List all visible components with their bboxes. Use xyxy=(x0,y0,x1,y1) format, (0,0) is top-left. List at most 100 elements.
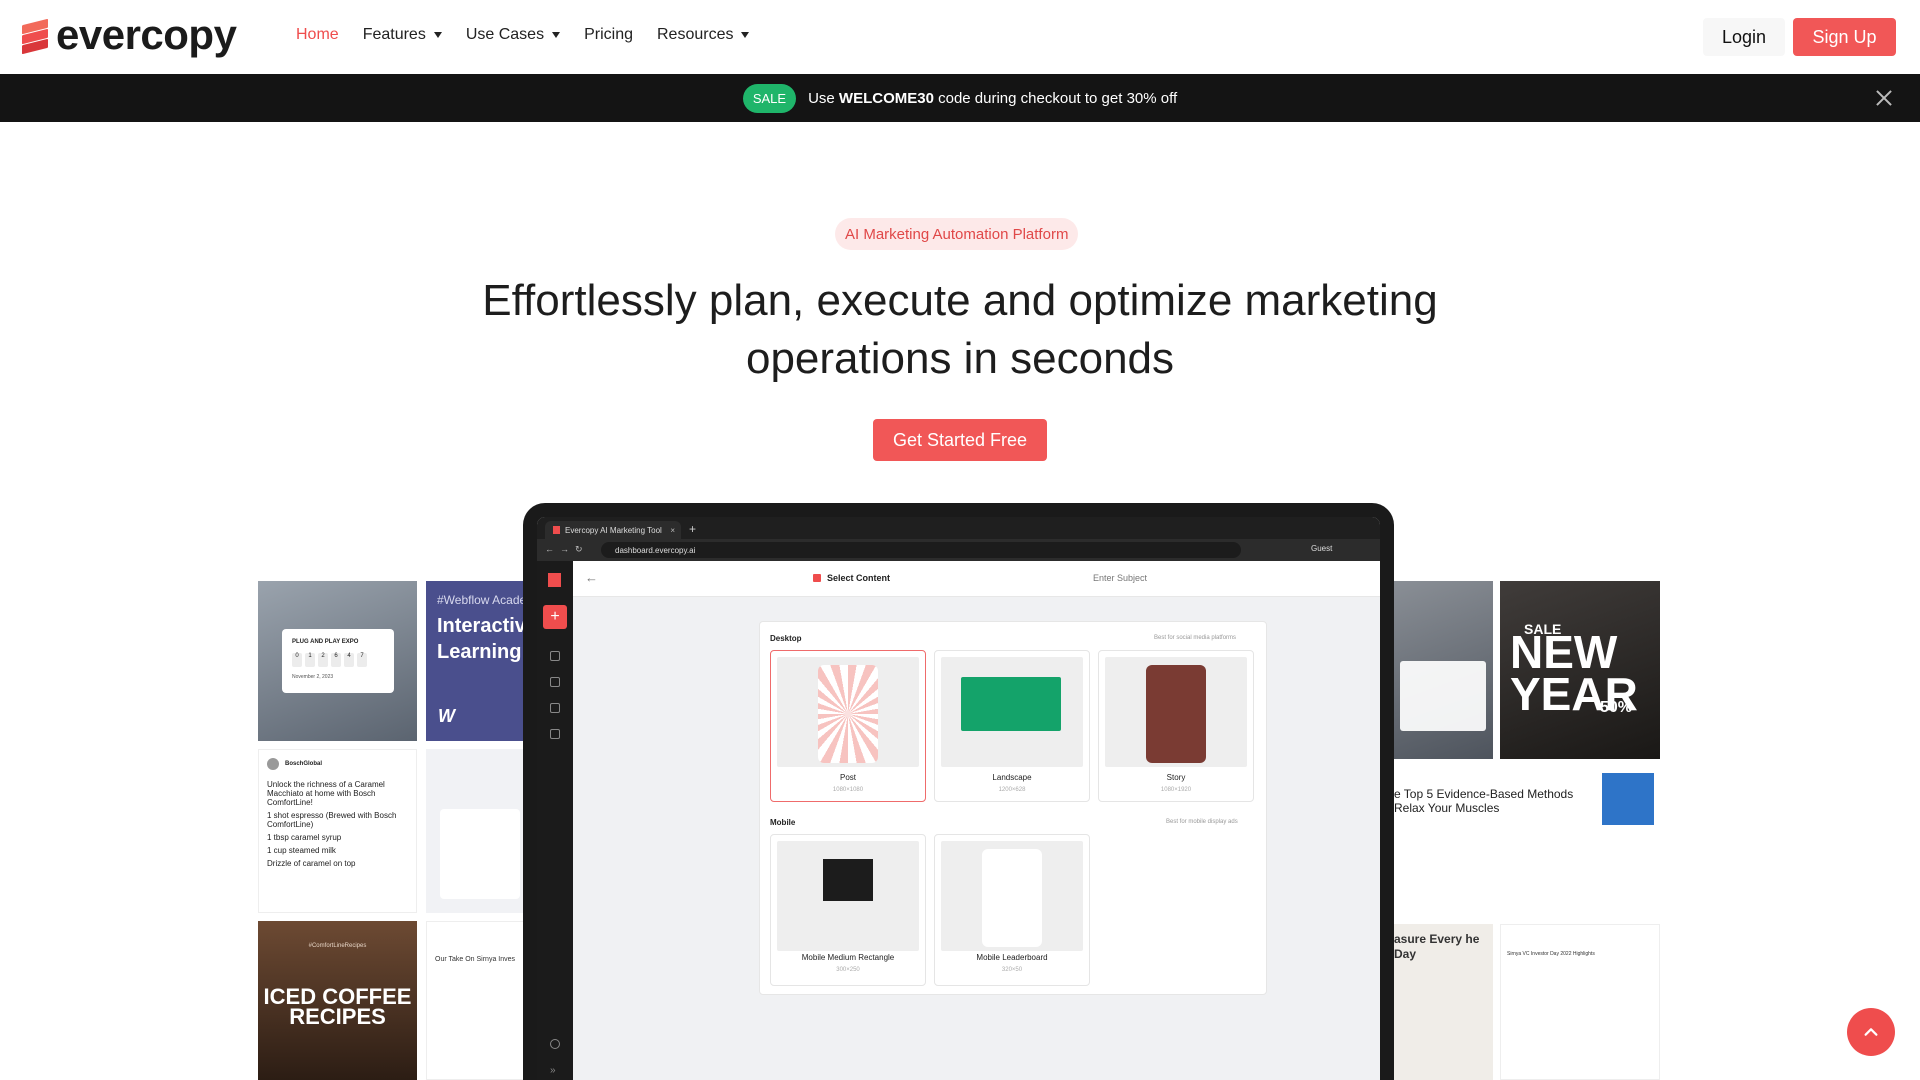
promo-content: SALE Use WELCOME30 code during checkout … xyxy=(742,83,1177,113)
tweet-account-name: BoschGlobal xyxy=(285,761,323,767)
tweet-line: Drizzle of caramel on top xyxy=(267,859,356,868)
get-started-button[interactable]: Get Started Free xyxy=(873,419,1047,461)
iced-tag: #ComfortLineRecipes xyxy=(308,943,367,949)
close-icon[interactable] xyxy=(1874,88,1894,108)
browser-tab-bar: Evercopy AI Marketing Tool × + xyxy=(537,517,1380,539)
expo-countdown-tile: PLUG AND PLAY EXPO 0 1 2 6 4 7 November … xyxy=(258,581,417,741)
tab-close-icon[interactable]: × xyxy=(670,526,675,535)
format-size: 1200×628 xyxy=(998,787,1026,793)
browser-tab[interactable]: Evercopy AI Marketing Tool × xyxy=(545,521,681,539)
landscape-preview xyxy=(961,677,1061,731)
format-preview xyxy=(777,657,919,767)
back-arrow-icon[interactable]: ← xyxy=(585,570,598,585)
tweet-line: 1 cup steamed milk xyxy=(267,846,336,855)
rectangle-preview xyxy=(823,859,873,901)
article-thumbnail xyxy=(1602,773,1654,825)
nav-label: Home xyxy=(296,26,339,43)
format-card-medium-rectangle[interactable]: Mobile Medium Rectangle 300×250 xyxy=(770,834,926,986)
caret-down-icon xyxy=(741,32,750,38)
webflow-tile: #Webflow Acade Interactiv Learning W xyxy=(426,581,534,741)
new-year-sale-tile: SALE NEW YEAR 50% xyxy=(1500,581,1660,759)
new-tab-icon[interactable]: + xyxy=(689,522,696,536)
profile-button[interactable]: Guest xyxy=(1311,544,1332,553)
tweet-body: Unlock the richness of a Caramel Macchia… xyxy=(267,780,385,807)
digit: 7 xyxy=(357,653,367,667)
digit: 4 xyxy=(344,653,354,667)
nav-item-home[interactable]: Home xyxy=(296,26,339,44)
nav-item-resources[interactable]: Resources xyxy=(657,26,750,44)
story-preview xyxy=(1146,665,1206,763)
sirnya-title: Our Take On Sirnya Inves xyxy=(435,956,516,963)
grid-icon xyxy=(813,574,821,582)
signup-button[interactable]: Sign Up xyxy=(1793,18,1896,56)
favicon-icon xyxy=(553,526,560,534)
expand-icon[interactable]: » xyxy=(550,1065,560,1076)
format-card-post[interactable]: Post 1080×1080 xyxy=(770,650,926,802)
wizard-header: ← Select Content Enter Subject xyxy=(573,561,1380,597)
headline-line-2: operations in seconds xyxy=(745,334,1175,383)
survey-card xyxy=(440,809,520,899)
format-size: 1080×1920 xyxy=(1160,787,1192,793)
tweet-tile: BoschGlobal Unlock the richness of a Car… xyxy=(258,749,417,913)
chevron-up-icon xyxy=(1864,1028,1878,1036)
scroll-to-top-button[interactable] xyxy=(1847,1008,1895,1056)
digit: 1 xyxy=(305,653,315,667)
tweet-line: 1 shot espresso (Brewed with Bosch Comfo… xyxy=(267,811,397,829)
step-label: Enter Subject xyxy=(1093,573,1148,583)
nav-item-features[interactable]: Features xyxy=(363,26,442,44)
digit: 0 xyxy=(292,653,302,667)
settings-icon[interactable] xyxy=(550,1039,560,1049)
discount-percent: 50% xyxy=(1600,699,1633,716)
format-card-leaderboard[interactable]: Mobile Leaderboard 320×50 xyxy=(934,834,1090,986)
app-sidebar: + » xyxy=(537,561,573,1080)
measure-tile: asure Every he Day xyxy=(1390,924,1493,1080)
format-preview xyxy=(941,841,1083,951)
laptop-screen: Evercopy AI Marketing Tool × + ←→↻ dashb… xyxy=(537,517,1380,1080)
format-name: Mobile Medium Rectangle xyxy=(801,953,895,962)
nav-item-use-cases[interactable]: Use Cases xyxy=(466,26,561,44)
article-tile: e Top 5 Evidence-Based Methods Relax You… xyxy=(1390,767,1660,917)
laptop-mockup: Evercopy AI Marketing Tool × + ←→↻ dashb… xyxy=(523,503,1394,1080)
logo-mark-icon xyxy=(22,18,48,55)
nav-item-pricing[interactable]: Pricing xyxy=(584,26,633,44)
app-logo-icon xyxy=(548,573,561,587)
image-icon[interactable] xyxy=(550,703,560,713)
digit: 2 xyxy=(318,653,328,667)
promo-code: WELCOME30 xyxy=(838,89,934,107)
step-select-content[interactable]: Select Content xyxy=(813,573,890,583)
step-label: Select Content xyxy=(827,573,891,583)
poll-card xyxy=(1400,661,1486,731)
countdown-digits: 0 1 2 6 4 7 xyxy=(292,653,367,667)
browser-nav-icons[interactable]: ←→↻ xyxy=(545,544,589,555)
format-size: 300×250 xyxy=(836,967,860,973)
mobile-section-note: Best for mobile display ads xyxy=(1166,819,1238,825)
main-menu: Home Features Use Cases Pricing Resource… xyxy=(296,26,773,44)
format-card-landscape[interactable]: Landscape 1200×628 xyxy=(934,650,1090,802)
phone-preview xyxy=(818,665,878,763)
brand-logo[interactable]: evercopy xyxy=(22,14,237,56)
leaderboard-preview xyxy=(982,849,1042,947)
app-main: ← Select Content Enter Subject Desktop B… xyxy=(573,561,1380,1080)
create-button[interactable]: + xyxy=(543,605,567,629)
step-enter-subject[interactable]: Enter Subject xyxy=(1093,573,1147,583)
headline-line-1: Effortlessly plan, execute and optimize … xyxy=(482,276,1438,325)
url-field[interactable]: dashboard.evercopy.ai xyxy=(601,542,1241,558)
article-title: e Top 5 Evidence-Based Methods Relax You… xyxy=(1394,787,1574,815)
login-button[interactable]: Login xyxy=(1703,18,1785,56)
hero-pill: AI Marketing Automation Platform xyxy=(835,218,1079,250)
iced-coffee-tile: #ComfortLineRecipes ICED COFFEE RECIPES xyxy=(258,921,417,1080)
database-icon[interactable] xyxy=(550,651,560,661)
browser-url-bar: ←→↻ dashboard.evercopy.ai Guest xyxy=(537,539,1380,561)
webflow-heading: Interactiv Learning xyxy=(437,615,526,663)
nav-label: Pricing xyxy=(584,26,633,43)
format-name: Post xyxy=(839,773,856,782)
top-navigation: evercopy Home Features Use Cases Pricing… xyxy=(0,0,1920,74)
format-name: Landscape xyxy=(992,773,1032,782)
caret-down-icon xyxy=(552,32,561,38)
calendar-icon[interactable] xyxy=(550,729,560,739)
format-card-story[interactable]: Story 1080×1920 xyxy=(1098,650,1254,802)
tweet-line: 1 tbsp caramel syrup xyxy=(267,833,342,842)
sparkle-icon[interactable] xyxy=(550,677,560,687)
promo-text: Use WELCOME30 code during checkout to ge… xyxy=(808,90,1177,107)
desktop-section-note: Best for social media platforms xyxy=(1154,635,1237,641)
